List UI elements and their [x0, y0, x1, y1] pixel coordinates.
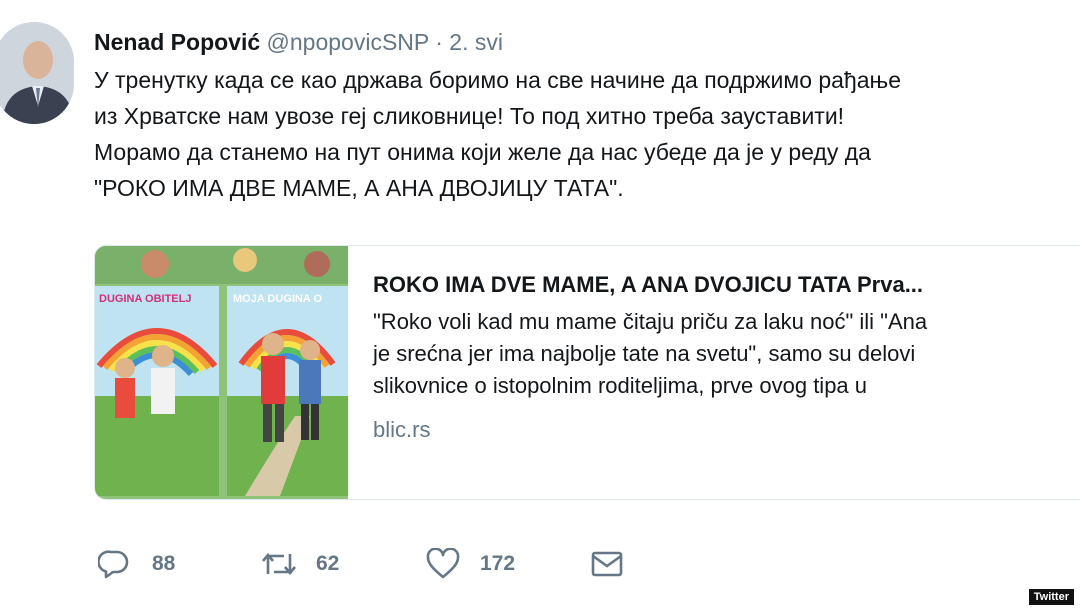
like-button[interactable]: 172 — [426, 544, 515, 584]
avatar[interactable] — [0, 22, 74, 124]
like-icon — [426, 548, 460, 579]
retweet-icon — [262, 552, 296, 576]
tweet-header: Nenad Popović @npopovicSNP · 2. svi — [94, 28, 503, 56]
tweet-text-line: У тренутку када се као држава боримо на … — [94, 67, 902, 93]
cover-title-1: DUGINA OBITELJ — [99, 293, 192, 305]
twitter-watermark: Twitter — [1028, 589, 1074, 605]
retweet-button[interactable]: 62 — [260, 544, 339, 584]
avatar-photo — [0, 22, 74, 124]
card-description-line: je srećna jer ima najbolje tate na svetu… — [373, 341, 916, 366]
tweet-text: У тренутку када се као држава боримо на … — [94, 62, 1080, 206]
message-icon — [591, 551, 623, 577]
separator-dot: · — [435, 29, 443, 55]
book-covers-illustration: DUGINA OBITELJ MOJA DUGINA O — [95, 246, 348, 499]
tweet-text-line: из Хрватске нам увозе геј сликовнице! То… — [94, 103, 845, 129]
reply-count: 88 — [152, 552, 176, 575]
card-title[interactable]: ROKO IMA DVE MAME, A ANA DVOJICU TATA Pr… — [373, 270, 1080, 300]
author-handle[interactable]: @npopovicSNP — [267, 29, 429, 55]
card-thumbnail: DUGINA OBITELJ MOJA DUGINA O — [95, 246, 348, 499]
tweet-text-line: Морамо да станемо на пут онима који желе… — [94, 139, 871, 165]
like-count: 172 — [480, 552, 516, 575]
reply-button[interactable]: 88 — [98, 544, 175, 584]
card-body: ROKO IMA DVE MAME, A ANA DVOJICU TATA Pr… — [373, 270, 1080, 444]
cover-title-2: MOJA DUGINA O — [233, 293, 322, 305]
retweet-count: 62 — [316, 552, 340, 575]
link-card[interactable]: DUGINA OBITELJ MOJA DUGINA O ROKO IMA DV… — [94, 245, 1080, 500]
tweet-text-line: "РОКО ИМА ДВЕ МАМЕ, А АНА ДВОЈИЦУ ТАТА". — [94, 175, 624, 201]
author-name[interactable]: Nenad Popović — [94, 29, 260, 55]
reply-icon — [98, 550, 129, 579]
card-description-line: "Roko voli kad mu mame čitaju priču za l… — [373, 309, 928, 334]
tweet-date[interactable]: 2. svi — [449, 29, 503, 55]
card-description: "Roko voli kad mu mame čitaju priču za l… — [373, 306, 1080, 402]
message-button[interactable] — [590, 544, 624, 584]
card-domain[interactable]: blic.rs — [373, 416, 1080, 444]
card-description-line: slikovnice o istopolnim roditeljima, prv… — [373, 373, 868, 398]
